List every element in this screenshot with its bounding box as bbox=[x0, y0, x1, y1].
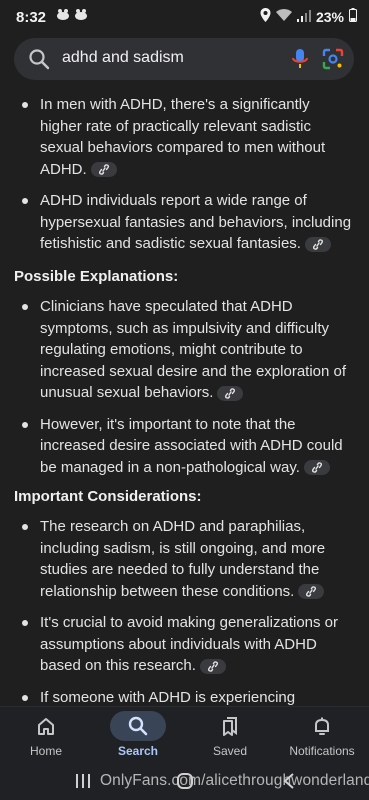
list-item: It's crucial to avoid making generalizat… bbox=[0, 612, 369, 677]
search-bar[interactable]: adhd and sadism bbox=[14, 38, 354, 80]
section-heading: Possible Explanations: bbox=[14, 268, 179, 285]
list-item: Clinicians have speculated that ADHD sym… bbox=[0, 296, 369, 404]
list-item-text: However, it's important to note that the… bbox=[40, 415, 343, 476]
status-bar: 8:32 23% bbox=[0, 0, 369, 36]
notification-icons bbox=[56, 8, 88, 20]
search-icon bbox=[92, 715, 184, 739]
location-icon bbox=[260, 8, 271, 25]
nav-saved[interactable]: Saved bbox=[184, 707, 276, 769]
nav-label: Notifications bbox=[289, 744, 355, 758]
nav-label: Saved bbox=[212, 744, 248, 758]
list-item-text: In men with ADHD, there's a significantl… bbox=[40, 96, 326, 178]
link-chip[interactable] bbox=[217, 385, 244, 401]
home-icon bbox=[0, 715, 92, 739]
answer-content: In men with ADHD, there's a significantl… bbox=[0, 84, 369, 706]
nav-label: Search bbox=[117, 744, 159, 758]
battery-icon bbox=[349, 8, 357, 25]
nav-label: Home bbox=[29, 744, 62, 758]
list-item-text: Clinicians have speculated that ADHD sym… bbox=[40, 298, 347, 401]
section-heading: Important Considerations: bbox=[14, 488, 202, 505]
list-item: If someone with ADHD is experiencing unw… bbox=[0, 687, 369, 707]
link-chip[interactable] bbox=[90, 162, 117, 178]
recents-icon[interactable] bbox=[74, 772, 92, 795]
list-item: However, it's important to note that the… bbox=[0, 414, 369, 479]
link-chip[interactable] bbox=[298, 584, 325, 600]
list-item-text: The research on ADHD and paraphilias, in… bbox=[40, 518, 326, 600]
link-chip[interactable] bbox=[304, 236, 331, 252]
watermark-text: OnlyFans.com/alicethroughwonderland bbox=[100, 772, 369, 789]
list-item-text: It's crucial to avoid making generalizat… bbox=[40, 614, 339, 674]
notification-icon bbox=[56, 8, 70, 20]
battery-percent: 23% bbox=[315, 8, 344, 25]
list-item-text: If someone with ADHD is experiencing unw… bbox=[40, 688, 296, 706]
explanations-list: Clinicians have speculated that ADHD sym… bbox=[0, 296, 369, 478]
bottom-nav: Home Search Saved Notifications bbox=[0, 706, 369, 769]
link-chip[interactable] bbox=[303, 460, 330, 476]
signal-icon bbox=[296, 9, 311, 25]
considerations-list: The research on ADHD and paraphilias, in… bbox=[0, 516, 369, 706]
intro-list: In men with ADHD, there's a significantl… bbox=[0, 94, 369, 255]
list-item: ADHD individuals report a wide range of … bbox=[0, 190, 369, 255]
saved-icon bbox=[184, 715, 276, 739]
search-icon[interactable] bbox=[28, 48, 50, 75]
search-input[interactable]: adhd and sadism bbox=[62, 49, 184, 67]
clock: 8:32 bbox=[16, 9, 47, 26]
link-chip[interactable] bbox=[199, 658, 226, 674]
nav-home[interactable]: Home bbox=[0, 707, 92, 769]
lens-icon[interactable] bbox=[322, 48, 344, 75]
wifi-icon bbox=[275, 8, 292, 25]
notification-icon bbox=[74, 8, 88, 20]
nav-search[interactable]: Search bbox=[92, 707, 184, 769]
bell-icon bbox=[276, 715, 368, 739]
nav-notifications[interactable]: Notifications bbox=[276, 707, 368, 769]
list-item: In men with ADHD, there's a significantl… bbox=[0, 94, 369, 180]
list-item: The research on ADHD and paraphilias, in… bbox=[0, 516, 369, 602]
mic-icon[interactable] bbox=[290, 48, 310, 75]
